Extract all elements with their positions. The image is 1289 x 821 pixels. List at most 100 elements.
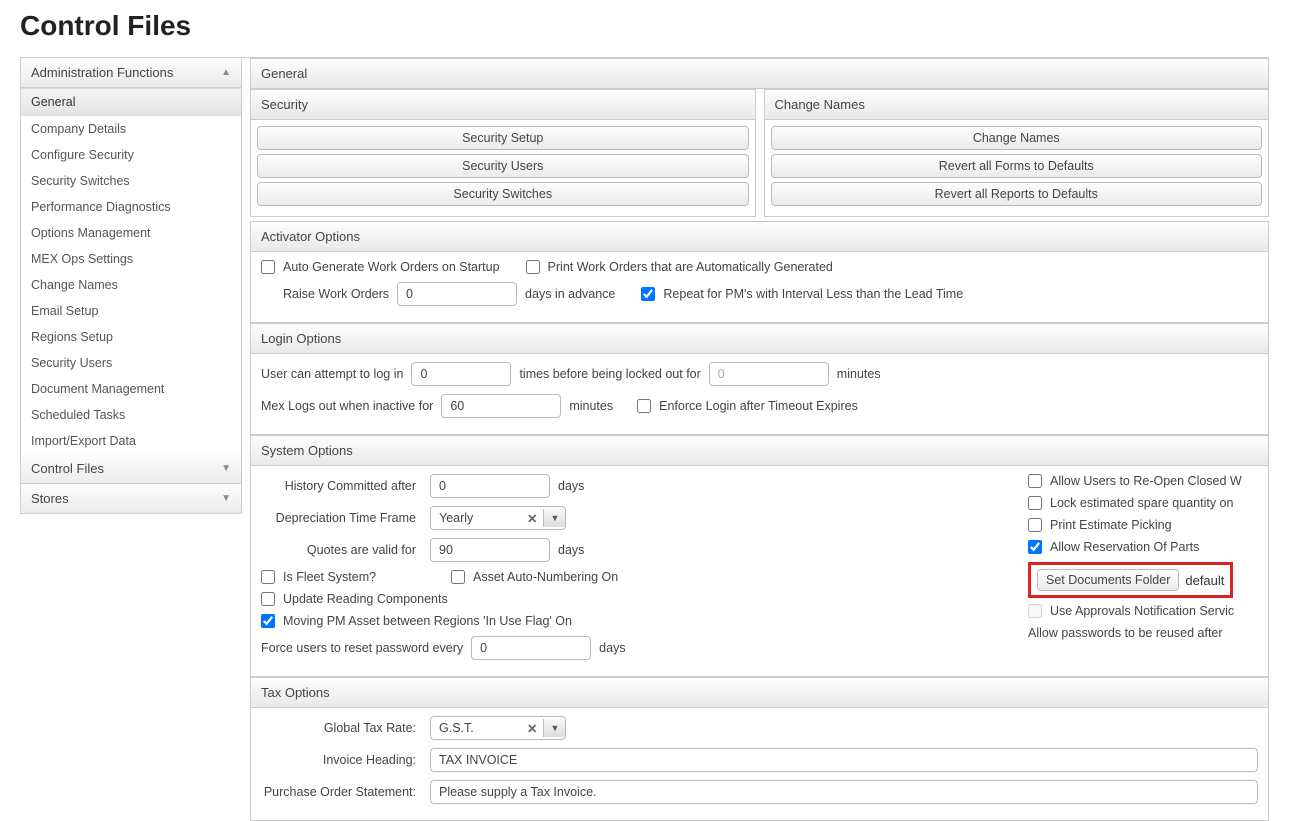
dropdown-icon[interactable]: ▼ [543, 719, 565, 737]
sidebar-item-performance-diagnostics[interactable]: Performance Diagnostics [20, 194, 242, 220]
quotes-label: Quotes are valid for [261, 543, 416, 557]
fleet-label: Is Fleet System? [283, 570, 443, 584]
raise-wo-suffix: days in advance [525, 287, 615, 301]
arrow-down-icon: ▼ [221, 493, 231, 504]
reuse-label: Allow passwords to be reused after [1028, 626, 1223, 640]
sidebar-section-stores[interactable]: Stores ▼ [20, 484, 242, 514]
inactive-label: Mex Logs out when inactive for [261, 399, 433, 413]
lock-estimate-checkbox[interactable] [1028, 496, 1042, 510]
print-wo-label: Print Work Orders that are Automatically… [548, 260, 833, 274]
sidebar: Administration Functions ▲ General Compa… [20, 58, 242, 821]
depreciation-input[interactable] [431, 507, 521, 529]
set-documents-value: default [1185, 573, 1224, 588]
revert-forms-button[interactable]: Revert all Forms to Defaults [771, 154, 1263, 178]
sidebar-item-scheduled-tasks[interactable]: Scheduled Tasks [20, 402, 242, 428]
force-reset-input[interactable] [471, 636, 591, 660]
sidebar-item-options-management[interactable]: Options Management [20, 220, 242, 246]
allow-reopen-checkbox[interactable] [1028, 474, 1042, 488]
sidebar-item-configure-security[interactable]: Configure Security [20, 142, 242, 168]
sidebar-item-regions-setup[interactable]: Regions Setup [20, 324, 242, 350]
dropdown-icon[interactable]: ▼ [543, 509, 565, 527]
sidebar-section-label: Administration Functions [31, 65, 173, 80]
set-documents-button[interactable]: Set Documents Folder [1037, 569, 1179, 591]
quotes-suffix: days [558, 543, 584, 557]
allow-reopen-label: Allow Users to Re-Open Closed W [1050, 474, 1242, 488]
print-wo-checkbox[interactable] [526, 260, 540, 274]
history-input[interactable] [430, 474, 550, 498]
arrow-up-icon: ▲ [221, 67, 231, 78]
lockout-input[interactable] [709, 362, 829, 386]
inactive-suffix: minutes [569, 399, 613, 413]
depreciation-combo[interactable]: ✕ ▼ [430, 506, 566, 530]
security-switches-button[interactable]: Security Switches [257, 182, 749, 206]
allow-reservation-label: Allow Reservation Of Parts [1050, 540, 1199, 554]
revert-reports-button[interactable]: Revert all Reports to Defaults [771, 182, 1263, 206]
invoice-heading-input[interactable] [430, 748, 1258, 772]
change-names-panel-header: Change Names [764, 89, 1270, 120]
update-reading-checkbox[interactable] [261, 592, 275, 606]
sidebar-item-security-switches[interactable]: Security Switches [20, 168, 242, 194]
main-header: General [250, 58, 1269, 89]
raise-wo-input[interactable] [397, 282, 517, 306]
enforce-login-checkbox[interactable] [637, 399, 651, 413]
inactive-input[interactable] [441, 394, 561, 418]
invoice-heading-label: Invoice Heading: [261, 753, 416, 767]
quotes-input[interactable] [430, 538, 550, 562]
sidebar-item-general[interactable]: General [20, 88, 242, 116]
sidebar-item-change-names[interactable]: Change Names [20, 272, 242, 298]
tax-panel-header: Tax Options [250, 677, 1269, 708]
attempt-input[interactable] [411, 362, 511, 386]
fleet-checkbox[interactable] [261, 570, 275, 584]
lockout-suffix: minutes [837, 367, 881, 381]
security-users-button[interactable]: Security Users [257, 154, 749, 178]
sidebar-item-email-setup[interactable]: Email Setup [20, 298, 242, 324]
lock-estimate-label: Lock estimated spare quantity on [1050, 496, 1233, 510]
print-estimate-checkbox[interactable] [1028, 518, 1042, 532]
page-title: Control Files [20, 0, 1269, 57]
approvals-checkbox [1028, 604, 1042, 618]
sidebar-item-mex-ops[interactable]: MEX Ops Settings [20, 246, 242, 272]
login-panel-header: Login Options [250, 323, 1269, 354]
sidebar-section-label: Stores [31, 491, 69, 506]
sidebar-item-document-management[interactable]: Document Management [20, 376, 242, 402]
history-suffix: days [558, 479, 584, 493]
sidebar-item-company-details[interactable]: Company Details [20, 116, 242, 142]
tax-rate-input[interactable] [431, 717, 521, 739]
auto-generate-checkbox[interactable] [261, 260, 275, 274]
system-panel-header: System Options [250, 435, 1269, 466]
depreciation-label: Depreciation Time Frame [261, 511, 416, 525]
auto-generate-label: Auto Generate Work Orders on Startup [283, 260, 500, 274]
repeat-pm-checkbox[interactable] [641, 287, 655, 301]
force-reset-label: Force users to reset password every [261, 641, 463, 655]
sidebar-section-label: Control Files [31, 461, 104, 476]
tax-rate-combo[interactable]: ✕ ▼ [430, 716, 566, 740]
approvals-label: Use Approvals Notification Servic [1050, 604, 1234, 618]
moving-pm-checkbox[interactable] [261, 614, 275, 628]
clear-icon[interactable]: ✕ [521, 721, 543, 736]
attempt-mid-label: times before being locked out for [519, 367, 700, 381]
asset-auto-checkbox[interactable] [451, 570, 465, 584]
attempt-label: User can attempt to log in [261, 367, 403, 381]
clear-icon[interactable]: ✕ [521, 511, 543, 526]
enforce-login-label: Enforce Login after Timeout Expires [659, 399, 858, 413]
history-label: History Committed after [261, 479, 416, 493]
asset-auto-label: Asset Auto-Numbering On [473, 570, 618, 584]
po-statement-label: Purchase Order Statement: [261, 785, 416, 799]
security-setup-button[interactable]: Security Setup [257, 126, 749, 150]
main-content: General Security Security Setup Security… [250, 58, 1269, 821]
change-names-button[interactable]: Change Names [771, 126, 1263, 150]
po-statement-input[interactable] [430, 780, 1258, 804]
update-reading-label: Update Reading Components [283, 592, 448, 606]
sidebar-item-import-export[interactable]: Import/Export Data [20, 428, 242, 454]
allow-reservation-checkbox[interactable] [1028, 540, 1042, 554]
security-panel-header: Security [250, 89, 756, 120]
arrow-down-icon: ▼ [221, 463, 231, 474]
activator-panel-header: Activator Options [250, 221, 1269, 252]
moving-pm-label: Moving PM Asset between Regions 'In Use … [283, 614, 572, 628]
raise-wo-label: Raise Work Orders [283, 287, 389, 301]
sidebar-section-admin[interactable]: Administration Functions ▲ [20, 58, 242, 88]
set-documents-highlight: Set Documents Folder default [1028, 562, 1233, 598]
sidebar-item-security-users[interactable]: Security Users [20, 350, 242, 376]
sidebar-section-control-files[interactable]: Control Files ▼ [20, 454, 242, 484]
tax-rate-label: Global Tax Rate: [261, 721, 416, 735]
